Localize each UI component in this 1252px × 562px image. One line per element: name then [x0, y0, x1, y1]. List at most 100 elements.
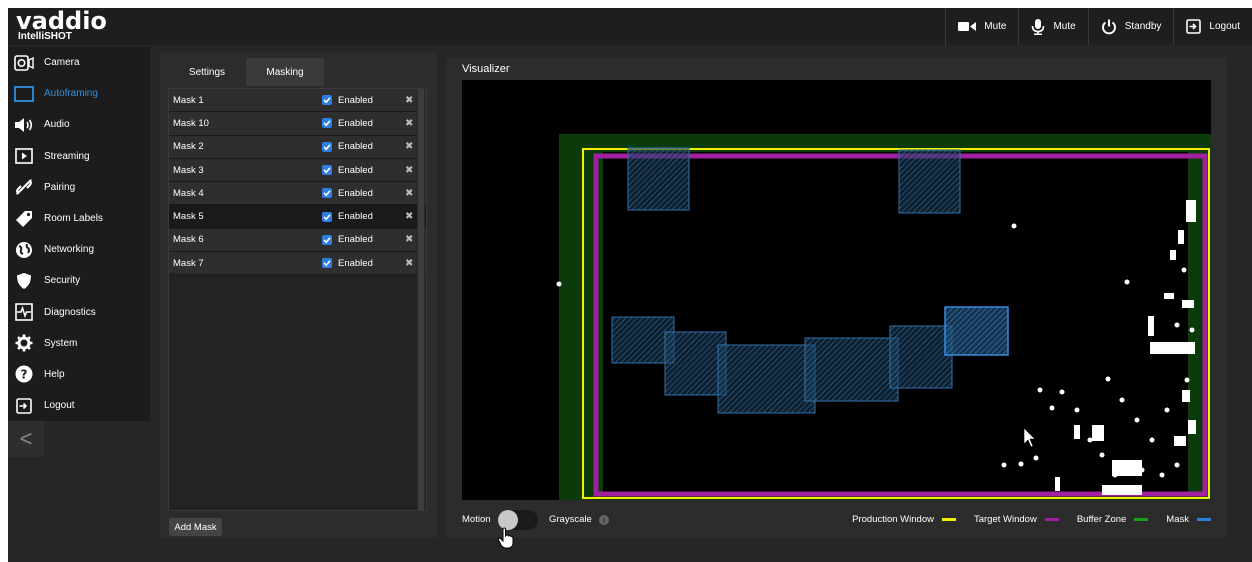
add-mask-button[interactable]: Add Mask: [169, 518, 222, 536]
mask-name: Mask 7: [173, 257, 204, 269]
audio-mute-button[interactable]: Mute: [1018, 8, 1087, 45]
vaddio-logo: vaddio IntelliSHOT: [16, 8, 107, 42]
mask-enabled-checkbox[interactable]: [322, 188, 332, 199]
panel-tabs: Settings Masking: [168, 58, 324, 86]
mask-region-selected[interactable]: [944, 306, 1009, 356]
visualizer-title: Visualizer: [462, 63, 510, 75]
mask-enabled-checkbox[interactable]: [322, 165, 332, 176]
masking-panel: Settings Masking Mask 1 Enabled ✖ Mask 1…: [160, 53, 437, 538]
mask-row[interactable]: Mask 1 Enabled ✖: [169, 89, 426, 113]
legend-label: Target Window: [973, 514, 1037, 525]
sidebar-item-pairing[interactable]: Pairing: [8, 172, 150, 203]
logout-button[interactable]: Logout: [1173, 8, 1252, 45]
scrollbar-thumb[interactable]: [418, 89, 424, 510]
sidebar-item-room-labels[interactable]: Room Labels: [8, 203, 150, 234]
delete-mask-icon[interactable]: ✖: [405, 234, 413, 245]
mask-name: Mask 2: [173, 141, 204, 153]
sidebar-item-logout[interactable]: Logout: [8, 390, 150, 421]
mask-list: Mask 1 Enabled ✖ Mask 10 Enabled ✖ Mask …: [168, 88, 427, 511]
mask-region[interactable]: [889, 325, 953, 389]
mask-region[interactable]: [898, 149, 961, 214]
sidebar-item-label: Pairing: [44, 181, 76, 193]
mask-enabled-label: Enabled: [338, 117, 373, 129]
svg-text:?: ?: [21, 368, 28, 382]
sidebar-item-label: Streaming: [44, 150, 90, 162]
sidebar-item-audio[interactable]: Audio: [8, 109, 150, 140]
mask-enabled-label: Enabled: [338, 187, 373, 199]
sidebar-item-networking[interactable]: Networking: [8, 234, 150, 265]
motion-label: Motion: [462, 514, 491, 525]
chevron-left-icon: <: [19, 426, 33, 451]
sidebar-nav: Camera Autoframing Audio Streaming Pairi…: [8, 47, 150, 421]
video-mute-label: Mute: [984, 21, 1007, 32]
pulse-icon: [14, 302, 34, 322]
delete-mask-icon[interactable]: ✖: [405, 141, 413, 152]
sidebar-item-label: Autoframing: [44, 88, 98, 100]
mask-name: Mask 5: [173, 211, 204, 223]
mask-row[interactable]: Mask 4 Enabled ✖: [169, 182, 426, 206]
visualizer-canvas[interactable]: [462, 80, 1211, 500]
delete-mask-icon[interactable]: ✖: [405, 258, 413, 269]
visualizer-legend: Production Window Target Window Buffer Z…: [852, 514, 1211, 525]
sidebar-item-help[interactable]: ? Help: [8, 359, 150, 390]
mask-name: Mask 10: [173, 117, 209, 129]
legend-item: Buffer Zone: [1076, 514, 1149, 525]
mask-row[interactable]: Mask 3 Enabled ✖: [169, 158, 426, 183]
mask-enabled-checkbox[interactable]: [322, 118, 332, 129]
mask-row[interactable]: Mask 7 Enabled ✖: [169, 252, 426, 276]
mask-enabled-label: Enabled: [338, 141, 373, 153]
mask-name: Mask 3: [173, 164, 204, 176]
audio-mute-label: Mute: [1053, 21, 1076, 32]
delete-mask-icon[interactable]: ✖: [405, 211, 413, 222]
mask-region[interactable]: [717, 344, 816, 414]
sidebar-item-system[interactable]: System: [8, 328, 150, 359]
mask-region[interactable]: [627, 147, 690, 211]
legend-item: Production Window: [852, 514, 956, 525]
legend-label: Buffer Zone: [1076, 514, 1127, 525]
sidebar-item-security[interactable]: Security: [8, 265, 150, 296]
mask-enabled-checkbox[interactable]: [322, 234, 332, 245]
sidebar-item-streaming[interactable]: Streaming: [8, 141, 150, 172]
video-mute-button[interactable]: Mute: [945, 8, 1018, 45]
brand-name: vaddio: [16, 8, 107, 35]
delete-mask-icon[interactable]: ✖: [405, 165, 413, 176]
sidebar-item-label: Logout: [44, 400, 75, 412]
power-icon: [1101, 19, 1117, 35]
tab-settings[interactable]: Settings: [168, 58, 246, 86]
shield-icon: [14, 271, 34, 291]
info-icon[interactable]: i: [599, 515, 609, 525]
mask-region[interactable]: [664, 331, 727, 396]
legend-swatch: [941, 518, 956, 521]
standby-button[interactable]: Standby: [1087, 8, 1174, 45]
collapse-sidebar-button[interactable]: <: [8, 421, 44, 457]
mask-region[interactable]: [804, 337, 899, 402]
sidebar-item-diagnostics[interactable]: Diagnostics: [8, 297, 150, 328]
sidebar-item-label: Security: [44, 275, 81, 287]
mask-row[interactable]: Mask 6 Enabled ✖: [169, 228, 426, 253]
video-camera-icon: [958, 21, 977, 32]
mask-enabled-checkbox[interactable]: [322, 95, 332, 106]
delete-mask-icon[interactable]: ✖: [405, 95, 413, 106]
tag-icon: [14, 209, 34, 229]
mask-enabled-checkbox[interactable]: [322, 258, 332, 269]
legend-item: Target Window: [974, 514, 1059, 525]
grayscale-label: Grayscale: [549, 514, 592, 525]
delete-mask-icon[interactable]: ✖: [405, 188, 413, 199]
mask-row[interactable]: Mask 10 Enabled ✖: [169, 112, 426, 136]
mask-list-scrollbar[interactable]: [417, 89, 425, 510]
sidebar-item-camera[interactable]: Camera: [8, 47, 150, 78]
app-window: vaddio IntelliSHOT Mute Mute Standby Log…: [8, 8, 1252, 562]
visualizer-scene: [556, 134, 1211, 500]
tab-masking[interactable]: Masking: [246, 58, 324, 86]
top-bar: vaddio IntelliSHOT Mute Mute Standby Log…: [8, 8, 1252, 45]
sidebar-item-autoframing[interactable]: Autoframing: [8, 78, 150, 109]
logout-label: Logout: [1209, 21, 1240, 32]
mask-enabled-label: Enabled: [338, 94, 373, 106]
mask-row[interactable]: Mask 2 Enabled ✖: [169, 135, 426, 159]
delete-mask-icon[interactable]: ✖: [405, 118, 413, 129]
mask-enabled-checkbox[interactable]: [322, 141, 332, 152]
standby-label: Standby: [1124, 21, 1162, 32]
mask-enabled-checkbox[interactable]: [322, 211, 332, 222]
camera-icon: [14, 53, 34, 73]
mask-row-selected[interactable]: Mask 5 Enabled ✖: [169, 205, 426, 229]
